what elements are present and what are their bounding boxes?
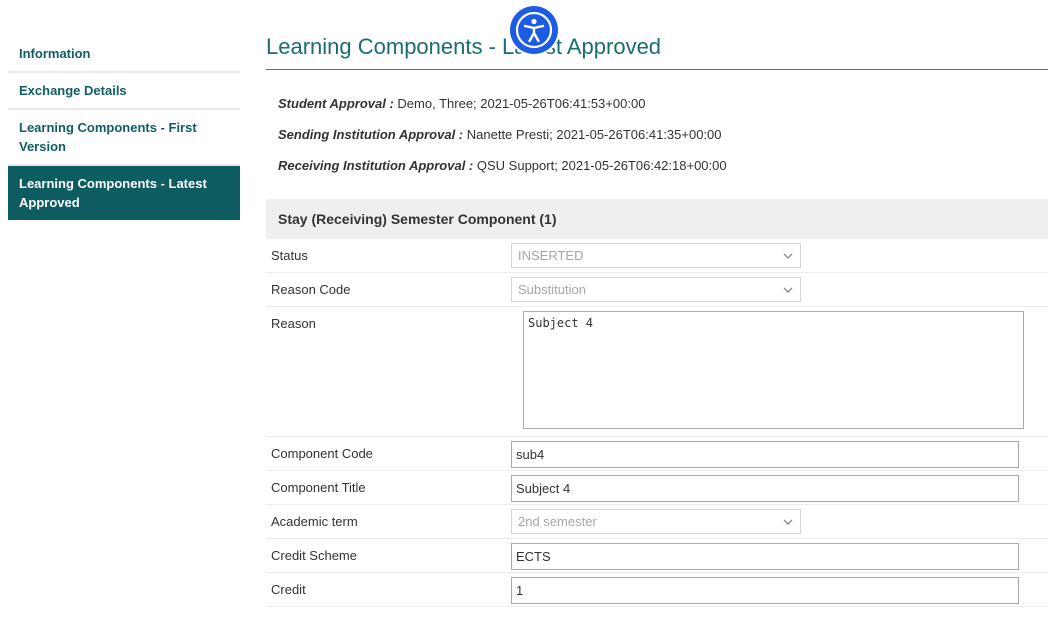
reason-code-select[interactable]: Substitution: [511, 277, 801, 302]
status-label: Status: [271, 248, 308, 263]
student-approval: Student Approval : Demo, Three; 2021-05-…: [278, 88, 1048, 119]
credit-scheme-label: Credit Scheme: [271, 548, 357, 563]
credit-label: Credit: [271, 582, 306, 597]
status-select[interactable]: INSERTED: [511, 243, 801, 268]
component-code-label: Component Code: [271, 446, 373, 461]
sidebar: Information Exchange Details Learning Co…: [8, 36, 240, 220]
component-code-row: Component Code: [266, 437, 1048, 471]
academic-term-select[interactable]: 2nd semester: [511, 509, 801, 534]
main-content: Learning Components - Latest Approved St…: [266, 34, 1048, 607]
credit-row: Credit: [266, 573, 1048, 607]
chevron-down-icon: [783, 519, 793, 525]
sending-institution-approval: Sending Institution Approval : Nanette P…: [278, 119, 1048, 150]
credit-scheme-row: Credit Scheme: [266, 539, 1048, 573]
sidebar-item-learning-components-first-version[interactable]: Learning Components - First Version: [8, 110, 240, 166]
credit-scheme-input[interactable]: [511, 543, 1019, 570]
component-code-input[interactable]: [511, 441, 1019, 468]
status-value: INSERTED: [518, 248, 584, 263]
approvals: Student Approval : Demo, Three; 2021-05-…: [278, 88, 1048, 181]
sidebar-item-information[interactable]: Information: [8, 36, 240, 73]
chevron-down-icon: [783, 287, 793, 293]
sidebar-item-exchange-details[interactable]: Exchange Details: [8, 73, 240, 110]
component-title-input[interactable]: [511, 475, 1019, 502]
component-title-label: Component Title: [271, 480, 366, 495]
student-approval-label: Student Approval :: [278, 96, 394, 111]
sending-institution-approval-label: Sending Institution Approval :: [278, 127, 464, 142]
receiving-institution-approval: Receiving Institution Approval : QSU Sup…: [278, 150, 1048, 181]
sending-institution-approval-value: Nanette Presti; 2021-05-26T06:41:35+00:0…: [466, 127, 722, 142]
component-section-heading: Stay (Receiving) Semester Component (1): [266, 199, 1048, 239]
reason-code-label: Reason Code: [271, 282, 351, 297]
academic-term-label: Academic term: [271, 514, 358, 529]
academic-term-row: Academic term 2nd semester: [266, 505, 1048, 539]
reason-label: Reason: [271, 316, 316, 331]
sidebar-item-learning-components-latest-approved[interactable]: Learning Components - Latest Approved: [8, 166, 240, 220]
reason-code-row: Reason Code Substitution: [266, 273, 1048, 307]
page-title: Learning Components - Latest Approved: [266, 34, 1048, 70]
receiving-institution-approval-value: QSU Support; 2021-05-26T06:42:18+00:00: [476, 158, 727, 173]
academic-term-value: 2nd semester: [518, 514, 597, 529]
accessibility-icon: [515, 11, 553, 49]
chevron-down-icon: [783, 253, 793, 259]
receiving-institution-approval-label: Receiving Institution Approval :: [278, 158, 474, 173]
status-row: Status INSERTED: [266, 239, 1048, 273]
reason-code-value: Substitution: [518, 282, 586, 297]
accessibility-button[interactable]: [510, 6, 558, 54]
student-approval-value: Demo, Three; 2021-05-26T06:41:53+00:00: [397, 96, 646, 111]
reason-row: Reason Subject 4: [266, 307, 1048, 437]
credit-input[interactable]: [511, 577, 1019, 604]
component-title-row: Component Title: [266, 471, 1048, 505]
reason-textarea[interactable]: Subject 4: [523, 311, 1024, 429]
